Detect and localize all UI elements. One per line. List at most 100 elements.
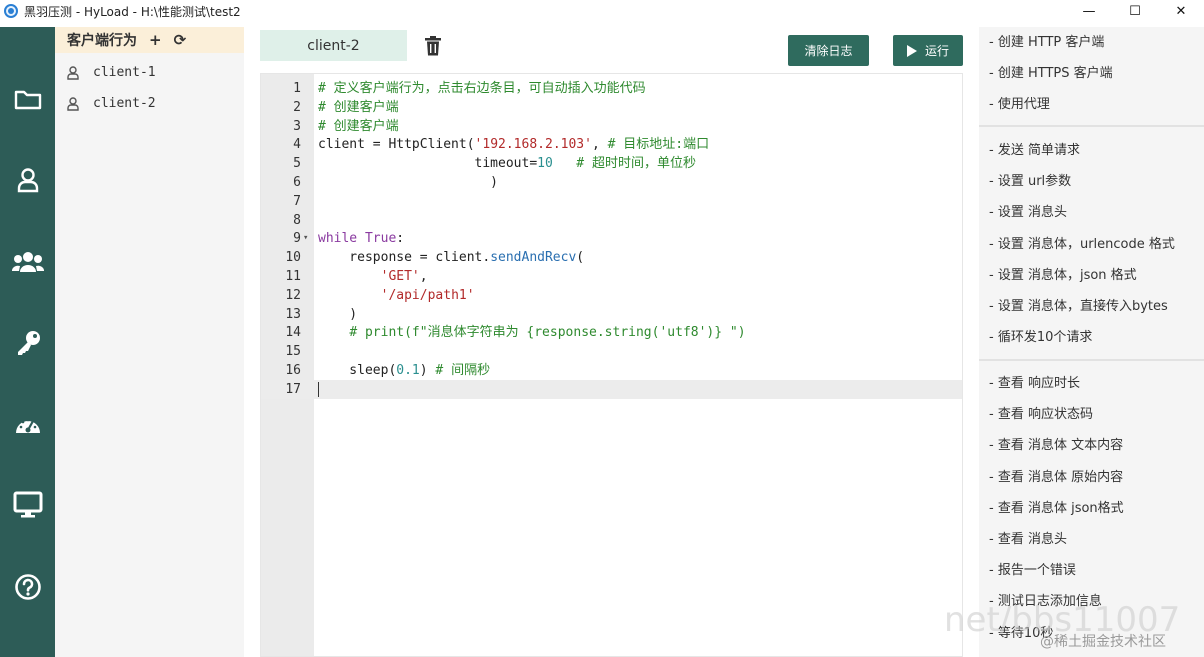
code-text: # print(f"消息体字符串为 {response.string('utf8… xyxy=(349,325,746,341)
code-line[interactable]: 2 # 创建客户端 xyxy=(261,98,962,117)
snippet-item[interactable]: - 使用代理 xyxy=(989,93,1050,112)
line-number: 9 xyxy=(293,231,301,247)
snippet-item[interactable]: - 查看 消息体 json格式 xyxy=(989,497,1124,516)
snippet-item[interactable]: - 创建 HTTPS 客户端 xyxy=(989,62,1113,81)
play-icon xyxy=(906,44,917,57)
code-line[interactable]: 1 # 定义客户端行为，点击右边条目，可自动插入功能代码 xyxy=(261,79,962,98)
snippet-item[interactable]: - 设置 消息头 xyxy=(989,201,1067,220)
line-number: 7 xyxy=(293,193,301,209)
client-list-item[interactable]: client-1 xyxy=(55,57,244,88)
line-number: 6 xyxy=(293,175,301,190)
code-text: while True: xyxy=(318,231,405,247)
run-button[interactable]: 运行 xyxy=(893,35,963,66)
code-text: '/api/path1' xyxy=(380,287,475,303)
folder-icon[interactable] xyxy=(0,81,55,117)
code-line[interactable]: 7 xyxy=(261,192,962,211)
nav-sidebar xyxy=(0,27,55,657)
maximize-button[interactable]: ☐ xyxy=(1112,0,1158,22)
client-panel-header: 客户端行为 + ⟳ xyxy=(55,27,244,53)
code-text: timeout=10 # 超时时间，单位秒 xyxy=(318,156,696,172)
help-icon[interactable] xyxy=(0,569,55,605)
code-line[interactable]: 12 '/api/path1' xyxy=(261,286,962,305)
title-bar: 黑羽压测 - HyLoad - H:\性能测试\test2 — ☐ ✕ xyxy=(0,0,1204,22)
code-line[interactable]: 6 ) xyxy=(261,173,962,192)
snippet-item[interactable]: - 查看 消息体 原始内容 xyxy=(989,466,1123,485)
code-line[interactable]: 16 sleep(0.1) # 间隔秒 xyxy=(261,361,962,380)
snippet-item[interactable]: - 创建 HTTP 客户端 xyxy=(989,31,1104,50)
line-number: 8 xyxy=(293,212,301,228)
snippet-item[interactable]: - 设置 消息体，json 格式 xyxy=(989,264,1137,283)
code-line[interactable]: 5 timeout=10 # 超时时间，单位秒 xyxy=(261,154,962,173)
snippet-item[interactable]: - 查看 消息头 xyxy=(989,528,1067,547)
snippet-item[interactable]: - 查看 响应时长 xyxy=(989,372,1080,391)
client-name: client-2 xyxy=(93,96,156,111)
line-number: 12 xyxy=(285,287,301,303)
code-text: ) xyxy=(318,175,499,190)
line-number: 14 xyxy=(285,325,301,341)
client-panel-title: 客户端行为 xyxy=(67,33,137,49)
code-text: # 创建客户端 xyxy=(318,99,399,115)
minimize-button[interactable]: — xyxy=(1066,0,1112,22)
user-icon xyxy=(67,65,79,80)
snippet-item[interactable]: - 循环发10个请求 xyxy=(989,326,1092,345)
snippet-divider xyxy=(979,359,1204,361)
code-line[interactable]: 8 xyxy=(261,211,962,230)
line-number: 16 xyxy=(285,363,301,378)
snippet-item[interactable]: - 查看 响应状态码 xyxy=(989,403,1093,422)
code-line[interactable]: 3 # 创建客户端 xyxy=(261,117,962,136)
text-cursor xyxy=(318,381,319,397)
snippet-item[interactable]: - 报告一个错误 xyxy=(989,559,1076,578)
line-number: 5 xyxy=(293,156,301,172)
window-controls: — ☐ ✕ xyxy=(1066,0,1204,22)
code-text: 'GET', xyxy=(380,269,428,284)
clear-log-button[interactable]: 清除日志 xyxy=(788,35,869,66)
code-line[interactable]: 9 ▾ while True: xyxy=(261,229,962,248)
line-number: 1 xyxy=(293,81,301,96)
snippet-item[interactable]: - 设置 url参数 xyxy=(989,170,1071,189)
code-text: client = HttpClient('192.168.2.103', # 目… xyxy=(318,137,710,153)
snippet-item[interactable]: - 查看 消息体 文本内容 xyxy=(989,434,1123,453)
close-button[interactable]: ✕ xyxy=(1158,0,1204,22)
snippet-panel: - 创建 HTTP 客户端 - 创建 HTTPS 客户端 - 使用代理 - 发送 简单… xyxy=(979,27,1204,657)
code-line[interactable]: 15 xyxy=(261,342,962,361)
user-icon[interactable] xyxy=(0,162,55,198)
code-line[interactable]: 13 ) xyxy=(261,305,962,324)
line-number: 11 xyxy=(285,269,301,284)
fold-arrow-icon[interactable]: ▾ xyxy=(303,229,308,248)
snippet-item[interactable]: - 设置 消息体，urlencode 格式 xyxy=(989,233,1175,252)
client-list-item[interactable]: client-2 xyxy=(55,88,244,119)
line-number: 10 xyxy=(285,250,301,266)
tab-client-2[interactable]: client-2 xyxy=(260,30,407,61)
code-text: # 定义客户端行为，点击右边条目，可自动插入功能代码 xyxy=(318,81,646,96)
code-text: # 创建客户端 xyxy=(318,118,399,134)
code-line[interactable]: 4 client = HttpClient('192.168.2.103', # … xyxy=(261,135,962,154)
app-logo-icon xyxy=(4,4,18,18)
code-text: ) xyxy=(318,306,358,322)
code-text: sleep(0.1) # 间隔秒 xyxy=(318,363,491,378)
client-panel: 客户端行为 + ⟳ client-1 client-2 xyxy=(55,27,244,657)
line-number: 13 xyxy=(285,306,301,322)
line-number: 17 xyxy=(285,381,301,397)
client-name: client-1 xyxy=(93,65,156,80)
snippet-item[interactable]: - 发送 简单请求 xyxy=(989,139,1080,158)
user-icon xyxy=(67,96,79,111)
line-number: 15 xyxy=(285,344,301,360)
monitor-icon[interactable] xyxy=(0,487,55,523)
code-editor[interactable]: 1 # 定义客户端行为，点击右边条目，可自动插入功能代码 2 # 创建客户端 3 # 创建… xyxy=(260,73,963,657)
snippet-item[interactable]: - 设置 消息体，直接传入bytes xyxy=(989,295,1168,314)
code-line[interactable]: 11 'GET', xyxy=(261,267,962,286)
run-button-label: 运行 xyxy=(924,44,949,58)
watermark: @稀土掘金技术社区 xyxy=(1040,634,1166,650)
code-line[interactable]: 10 response = client.sendAndRecv( xyxy=(261,248,962,267)
snippet-divider xyxy=(979,125,1204,127)
refresh-icon[interactable]: ⟳ xyxy=(174,31,187,49)
key-icon[interactable] xyxy=(0,325,55,361)
code-line[interactable]: 14 # print(f"消息体字符串为 {response.string('u… xyxy=(261,323,962,342)
line-number: 3 xyxy=(293,118,301,134)
speedometer-icon[interactable] xyxy=(0,406,55,442)
users-icon[interactable] xyxy=(0,244,55,280)
trash-icon[interactable] xyxy=(424,36,442,56)
add-client-button[interactable]: + xyxy=(149,31,162,49)
code-line[interactable]: 17 xyxy=(261,379,962,399)
code-text: response = client.sendAndRecv( xyxy=(318,250,585,266)
